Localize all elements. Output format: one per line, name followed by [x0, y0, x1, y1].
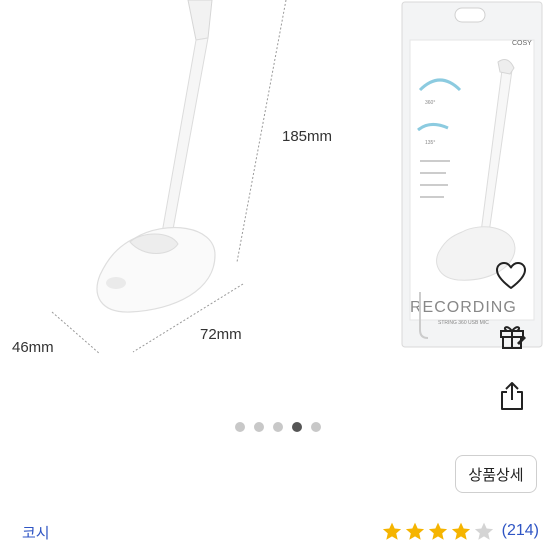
depth-dimension-label: 46mm	[12, 339, 54, 356]
product-detail-button[interactable]: 상품상세	[455, 455, 537, 493]
package-title: RECORDING	[410, 299, 517, 316]
package-subtitle: STRING 360 USB MIC	[438, 320, 489, 326]
mic-stick	[161, 37, 209, 236]
product-info-bar: 코시 (214)	[0, 510, 555, 555]
angle-135-label: 135°	[425, 140, 435, 146]
carousel-dot[interactable]	[234, 422, 245, 432]
width-dimension-label: 72mm	[200, 326, 242, 343]
product-illustration: COSY 360° 135° RECORDING STRING 360 USB …	[51, 0, 543, 355]
star-filled-icon	[382, 522, 401, 540]
gift-button[interactable]	[492, 316, 532, 356]
carousel-dot[interactable]	[272, 422, 283, 432]
share-icon	[501, 382, 523, 410]
gift-icon	[500, 326, 526, 349]
star-filled-icon	[405, 522, 424, 540]
carousel-dot[interactable]	[310, 422, 321, 432]
angle-360-label: 360°	[425, 100, 435, 106]
share-button[interactable]	[492, 376, 532, 416]
carousel-indicator	[0, 420, 555, 434]
star-filled-icon	[428, 522, 447, 540]
mic-head	[187, 0, 213, 41]
review-count: (214)	[501, 522, 539, 539]
star-rating	[381, 520, 496, 542]
carousel-dot[interactable]	[253, 422, 264, 432]
mic-base-hole	[106, 277, 126, 289]
package-brand: COSY	[512, 40, 532, 47]
rating-summary[interactable]: (214)	[381, 518, 539, 544]
heart-icon	[496, 262, 526, 289]
carousel-dot[interactable]	[291, 422, 302, 432]
height-dimension-label: 185mm	[282, 128, 333, 145]
like-button[interactable]	[491, 256, 531, 296]
product-image[interactable]: COSY 360° 135° RECORDING STRING 360 USB …	[0, 0, 555, 410]
star-empty-icon	[474, 522, 493, 540]
star-filled-icon	[451, 522, 470, 540]
height-dim-line	[236, 0, 287, 263]
depth-dim-line	[51, 311, 101, 355]
seller-name-link[interactable]: 코시	[22, 522, 50, 543]
